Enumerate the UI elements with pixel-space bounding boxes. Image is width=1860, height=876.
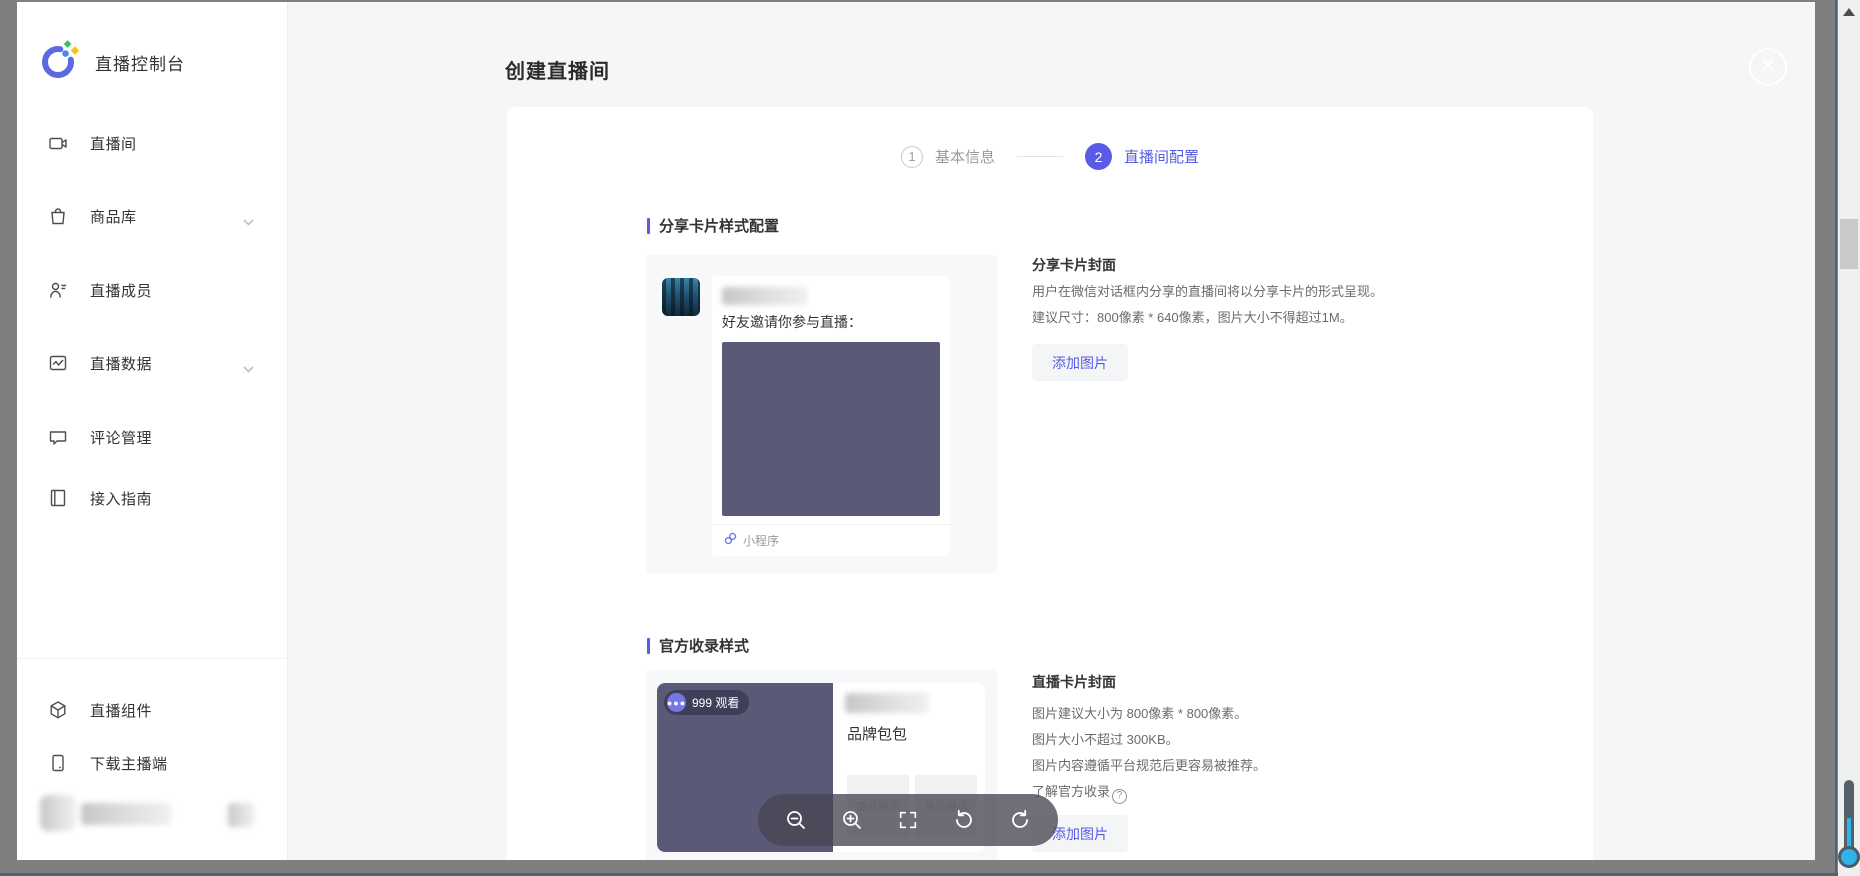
share-cover-line1: 用户在微信对话框内分享的直播间将以分享卡片的形式呈现。 [1032,279,1383,305]
brand: 直播控制台 [40,40,185,84]
zoom-out-icon[interactable] [784,808,808,832]
sidebar-divider [17,658,288,659]
screenshot-root: 直播控制台 直播间 商品库 [0,0,1860,876]
step-number: 1 [901,146,923,168]
sidebar-item-live-members[interactable]: 直播成员 [17,268,288,312]
avatar [40,795,76,831]
scrollbar-track[interactable] [1838,0,1860,876]
user-profile[interactable] [17,791,288,839]
scrollbar-up-arrow[interactable] [1843,8,1855,16]
sidebar-item-product-library[interactable]: 商品库 [17,194,288,238]
sidebar-item-label: 直播组件 [90,700,152,721]
members-icon [48,280,68,300]
sidebar-item-label: 接入指南 [90,488,152,509]
phone-icon [48,753,68,773]
zoom-in-icon[interactable] [840,808,864,832]
sidebar-item-live-data[interactable]: 直播数据 [17,341,288,385]
heading-accent-bar [647,638,650,654]
step-room-config[interactable]: 2 直播间配置 [1085,143,1199,170]
live-cover-line2: 图片大小不超过 300KB。 [1032,727,1266,753]
stepper: 1 基本信息 2 直播间配置 [901,143,1199,170]
close-button[interactable] [1749,48,1787,86]
sidebar-item-label: 评论管理 [90,427,152,448]
brand-label: 直播控制台 [95,50,185,75]
share-card-section-heading: 分享卡片样式配置 [647,215,779,236]
cube-icon [48,700,68,720]
help-icon[interactable]: ? [1112,789,1127,804]
share-card-preview-panel: 好友邀请你参与直播： 小程序 [646,255,997,573]
user-name-redacted [81,803,171,825]
user-badge-redacted [228,803,254,827]
rotate-left-icon[interactable] [952,808,976,832]
sidebar-item-label: 直播间 [90,133,137,154]
sender-name-redacted [722,287,808,305]
app-logo-icon [40,40,80,85]
fullscreen-icon[interactable] [896,808,920,832]
live-cover-title: 直播卡片封面 [1032,672,1116,692]
scroll-cursor-indicator [1837,780,1860,876]
live-cover-line1: 图片建议大小为 800像素 * 800像素。 [1032,701,1266,727]
app-window: 直播控制台 直播间 商品库 [17,2,1815,860]
live-cover-description: 图片建议大小为 800像素 * 800像素。 图片大小不超过 300KB。 图片… [1032,701,1266,805]
link-icon [724,532,737,550]
step-basic-info[interactable]: 1 基本信息 [901,146,995,168]
video-camera-icon [48,133,68,153]
invite-text: 好友邀请你参与直播： [722,312,862,332]
live-card-title: 品牌包包 [847,723,907,744]
official-style-section-heading: 官方收录样式 [647,635,749,656]
share-cover-placeholder [722,342,940,516]
share-card-footer: 小程序 [712,524,950,556]
shopping-bag-icon [48,206,68,226]
sidebar-item-comment-management[interactable]: 评论管理 [17,415,288,459]
share-cover-title: 分享卡片封面 [1032,255,1116,275]
image-toolbar [758,794,1058,846]
sidebar-item-label: 商品库 [90,206,137,227]
window-border [1835,0,1837,876]
chevron-down-icon[interactable] [243,213,254,231]
thermometer-bulb [1838,846,1860,868]
step-label: 基本信息 [935,146,995,167]
close-icon [1760,57,1776,78]
comment-icon [48,427,68,447]
scrollbar-thumb[interactable] [1840,219,1858,269]
sidebar-item-label: 直播数据 [90,353,152,374]
sidebar-item-live-room[interactable]: 直播间 [17,121,288,165]
mini-program-label: 小程序 [743,532,779,549]
sidebar: 直播控制台 直播间 商品库 [17,2,288,860]
live-dots-icon: ●●● [667,693,686,712]
add-image-button-share[interactable]: 添加图片 [1032,344,1128,381]
step-label: 直播间配置 [1124,146,1199,167]
sidebar-item-label: 直播成员 [90,280,152,301]
create-live-room-modal: 1 基本信息 2 直播间配置 分享卡片样式配置 好友邀请你参与直播： [507,107,1593,860]
page-title: 创建直播间 [505,55,610,84]
chevron-down-icon[interactable] [243,360,254,378]
rotate-right-icon[interactable] [1008,808,1032,832]
sidebar-item-live-components[interactable]: 直播组件 [17,688,288,732]
shop-name-redacted [845,693,929,713]
step-connector [1017,156,1063,157]
heading-accent-bar [647,218,650,234]
guide-book-icon [48,488,68,508]
sidebar-item-label: 下载主播端 [90,753,168,774]
share-cover-line2: 建议尺寸：800像素 * 640像素，图片大小不得超过1M。 [1032,305,1383,331]
chart-icon [48,353,68,373]
sidebar-item-download-host-app[interactable]: 下载主播端 [17,741,288,785]
share-cover-description: 用户在微信对话框内分享的直播间将以分享卡片的形式呈现。 建议尺寸：800像素 *… [1032,279,1383,331]
share-card-preview: 好友邀请你参与直播： 小程序 [712,276,950,556]
live-cover-line3: 图片内容遵循平台规范后更容易被推荐。 [1032,753,1266,779]
step-number: 2 [1085,143,1112,170]
sidebar-item-integration-guide[interactable]: 接入指南 [17,476,288,520]
viewers-badge: ●●● 999 观看 [664,690,749,715]
share-avatar-image [662,278,700,316]
